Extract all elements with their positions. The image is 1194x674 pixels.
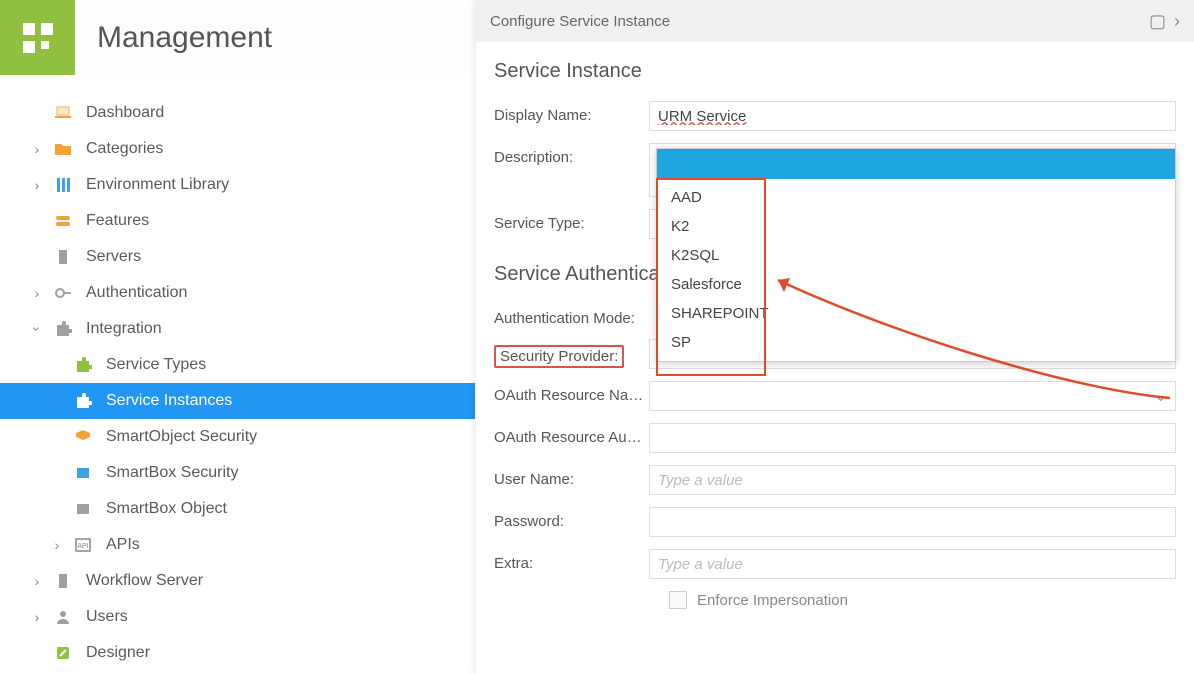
password-input[interactable]	[649, 507, 1176, 537]
sidebar-item-service-types[interactable]: Service Types	[0, 347, 475, 383]
pencil-icon	[52, 642, 74, 664]
sidebar-item-label: Servers	[86, 248, 141, 266]
user-name-label: User Name:	[494, 465, 649, 488]
box-icon	[72, 498, 94, 520]
dropdown-option[interactable]: K2	[657, 212, 1175, 241]
sidebar-item-label: SmartBox Object	[106, 500, 227, 518]
app-title: Management	[97, 21, 272, 55]
sidebar-item-label: Users	[86, 608, 128, 626]
sidebar-item-label: APIs	[106, 536, 140, 554]
sidebar-item-authentication[interactable]: › Authentication	[0, 275, 475, 311]
oauth-resource-aud-input[interactable]	[649, 423, 1176, 453]
extra-label: Extra:	[494, 549, 649, 572]
api-icon: API	[72, 534, 94, 556]
library-icon	[52, 174, 74, 196]
sidebar-item-integration[interactable]: › Integration	[0, 311, 475, 347]
enforce-impersonation-checkbox[interactable]	[669, 591, 687, 609]
puzzle-icon	[52, 318, 74, 340]
chevron-right-icon: ›	[30, 609, 44, 625]
display-name-input[interactable]	[649, 101, 1176, 131]
sidebar-item-smartobject-security[interactable]: SmartObject Security	[0, 419, 475, 455]
user-icon	[52, 606, 74, 628]
dropdown-options-list: AAD K2 K2SQL Salesforce SHAREPOINT SP	[657, 179, 1175, 361]
sidebar-item-label: Authentication	[86, 284, 187, 302]
server-icon	[52, 246, 74, 268]
logo-tile[interactable]	[0, 0, 75, 75]
chevron-right-icon: ›	[30, 141, 44, 157]
dashboard-icon	[52, 102, 74, 124]
chevron-right-icon: ›	[30, 177, 44, 193]
enforce-impersonation-label: Enforce Impersonation	[697, 592, 848, 609]
password-label: Password:	[494, 507, 649, 530]
sidebar-item-label: Workflow Server	[86, 572, 203, 590]
sidebar-item-label: Features	[86, 212, 149, 230]
chevron-right-icon: ›	[30, 285, 44, 301]
sidebar-item-smartbox-security[interactable]: SmartBox Security	[0, 455, 475, 491]
description-label: Description:	[494, 143, 649, 166]
sidebar-item-servers[interactable]: Servers	[0, 239, 475, 275]
sidebar-item-label: Service Instances	[106, 392, 232, 410]
dropdown-option[interactable]: Salesforce	[657, 270, 1175, 299]
chevron-down-icon: ⌄	[1154, 387, 1167, 405]
maximize-icon[interactable]: ▢	[1149, 11, 1166, 32]
puzzle-icon	[72, 390, 94, 412]
dropdown-option[interactable]: K2SQL	[657, 241, 1175, 270]
user-name-input[interactable]	[649, 465, 1176, 495]
sidebar-item-smartbox-object[interactable]: SmartBox Object	[0, 491, 475, 527]
sidebar-item-dashboard[interactable]: Dashboard	[0, 95, 475, 131]
dropdown-option[interactable]: SP	[657, 328, 1175, 357]
sidebar-item-categories[interactable]: › Categories	[0, 131, 475, 167]
sidebar-item-label: Environment Library	[86, 176, 229, 194]
sidebar-item-label: Designer	[86, 644, 150, 662]
cube-lock-icon	[72, 426, 94, 448]
sidebar-item-service-instances[interactable]: Service Instances	[0, 383, 475, 419]
oauth-resource-name-label: OAuth Resource Na…	[494, 381, 649, 404]
app-logo-icon	[21, 21, 55, 55]
sidebar-item-users[interactable]: › Users	[0, 599, 475, 635]
sidebar-item-features[interactable]: Features	[0, 203, 475, 239]
puzzle-icon	[72, 354, 94, 376]
sidebar-nav: Dashboard › Categories › Environment Lib…	[0, 75, 476, 674]
extra-input[interactable]	[649, 549, 1176, 579]
oauth-resource-aud-label: OAuth Resource Au…	[494, 423, 649, 446]
chevron-right-icon: ›	[50, 537, 64, 553]
sidebar-item-label: Integration	[86, 320, 162, 338]
security-provider-label: Security Provider:	[494, 339, 649, 368]
sidebar-item-label: Service Types	[106, 356, 206, 374]
chevron-right-icon: ›	[30, 573, 44, 589]
service-type-label: Service Type:	[494, 209, 649, 232]
chevron-down-icon: ›	[29, 322, 45, 336]
sidebar-item-label: SmartBox Security	[106, 464, 238, 482]
dropdown-option[interactable]: AAD	[657, 183, 1175, 212]
box-lock-icon	[72, 462, 94, 484]
sidebar-item-label: Categories	[86, 140, 163, 158]
sidebar-item-designer[interactable]: Designer	[0, 635, 475, 671]
sidebar-item-apis[interactable]: › API APIs	[0, 527, 475, 563]
close-icon[interactable]: ›	[1174, 11, 1180, 32]
dropdown-option[interactable]: SHAREPOINT	[657, 299, 1175, 328]
oauth-resource-name-select[interactable]: ⌄	[649, 381, 1176, 411]
sidebar-item-label: Dashboard	[86, 104, 164, 122]
sidebar-item-label: SmartObject Security	[106, 428, 257, 446]
folder-icon	[52, 138, 74, 160]
key-icon	[52, 282, 74, 304]
panel-header: Configure Service Instance ▢ ›	[476, 0, 1194, 42]
section-service-instance-heading: Service Instance	[494, 60, 1176, 83]
features-icon	[52, 210, 74, 232]
display-name-label: Display Name:	[494, 101, 649, 124]
dropdown-search-bar[interactable]	[657, 149, 1175, 179]
svg-text:API: API	[77, 543, 88, 550]
sidebar-item-environment-library[interactable]: › Environment Library	[0, 167, 475, 203]
security-provider-dropdown: AAD K2 K2SQL Salesforce SHAREPOINT SP	[656, 148, 1176, 362]
sidebar-item-workflow-server[interactable]: › Workflow Server	[0, 563, 475, 599]
auth-mode-label: Authentication Mode:	[494, 304, 649, 327]
panel-title: Configure Service Instance	[490, 13, 670, 30]
server-icon	[52, 570, 74, 592]
